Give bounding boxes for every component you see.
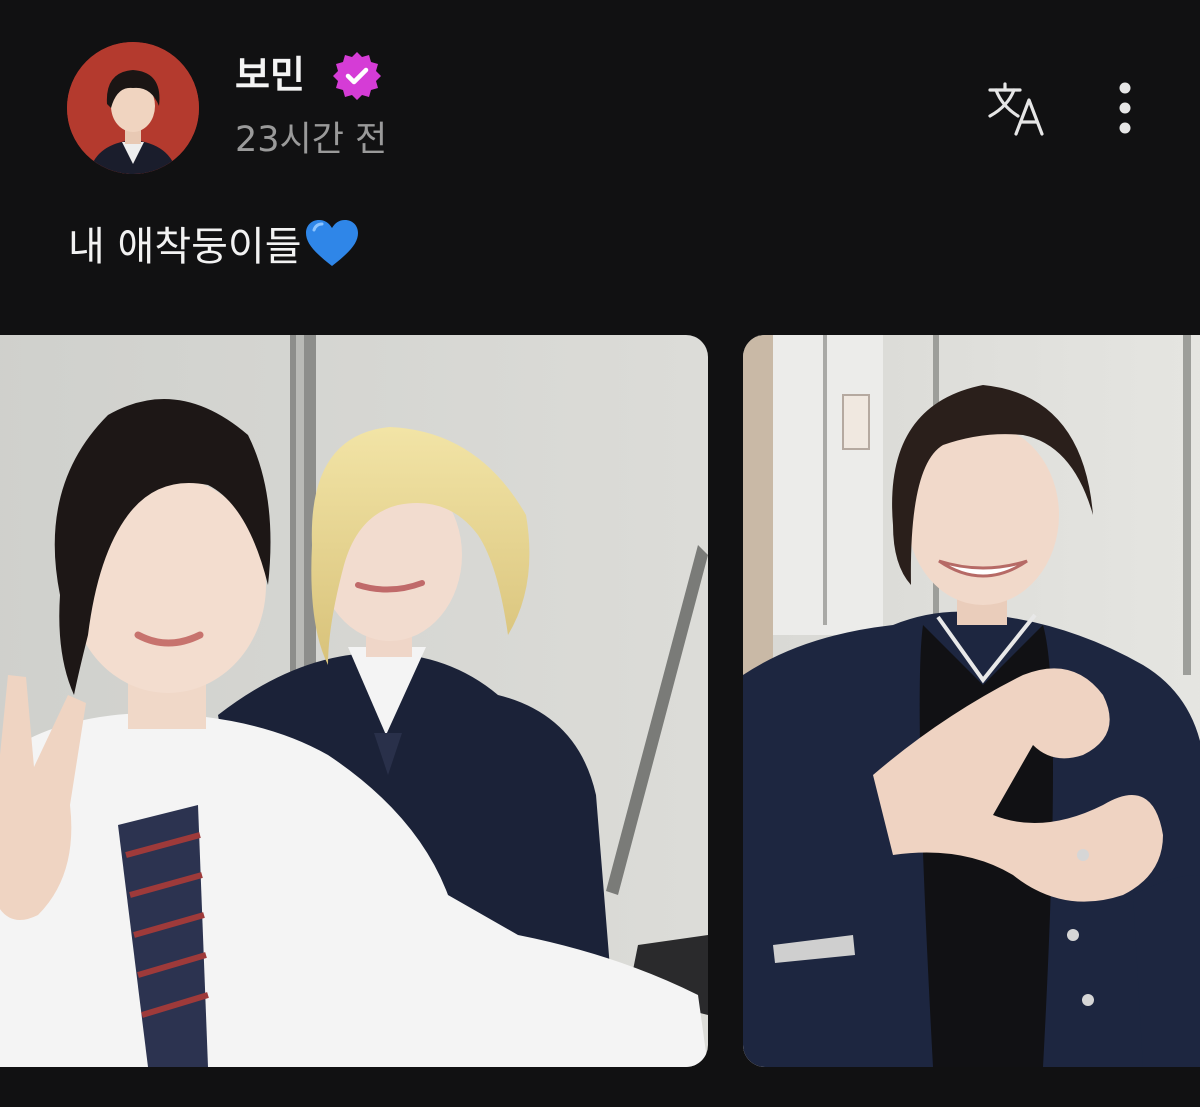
photo-heart-hands <box>743 335 1200 1067</box>
author-name[interactable]: 보민 <box>235 50 305 100</box>
post-header: 보민 23시간 전 <box>0 0 1200 200</box>
post-caption-text: 내 애착둥이들 <box>68 224 302 270</box>
post-caption: 내 애착둥이들 <box>68 217 360 287</box>
blue-heart-icon <box>304 218 360 287</box>
more-options-button[interactable] <box>1100 76 1150 140</box>
post-photo-1[interactable] <box>0 335 708 1067</box>
photo-two-friends-selfie <box>0 335 708 1067</box>
post-timestamp: 23시간 전 <box>235 120 388 160</box>
translate-icon <box>988 82 1044 136</box>
avatar-image <box>67 42 199 174</box>
post-photo-2[interactable] <box>743 335 1200 1067</box>
verified-badge-icon <box>330 49 384 103</box>
more-vertical-icon <box>1119 82 1131 134</box>
translate-button[interactable] <box>982 76 1054 140</box>
author-avatar[interactable] <box>67 42 199 174</box>
